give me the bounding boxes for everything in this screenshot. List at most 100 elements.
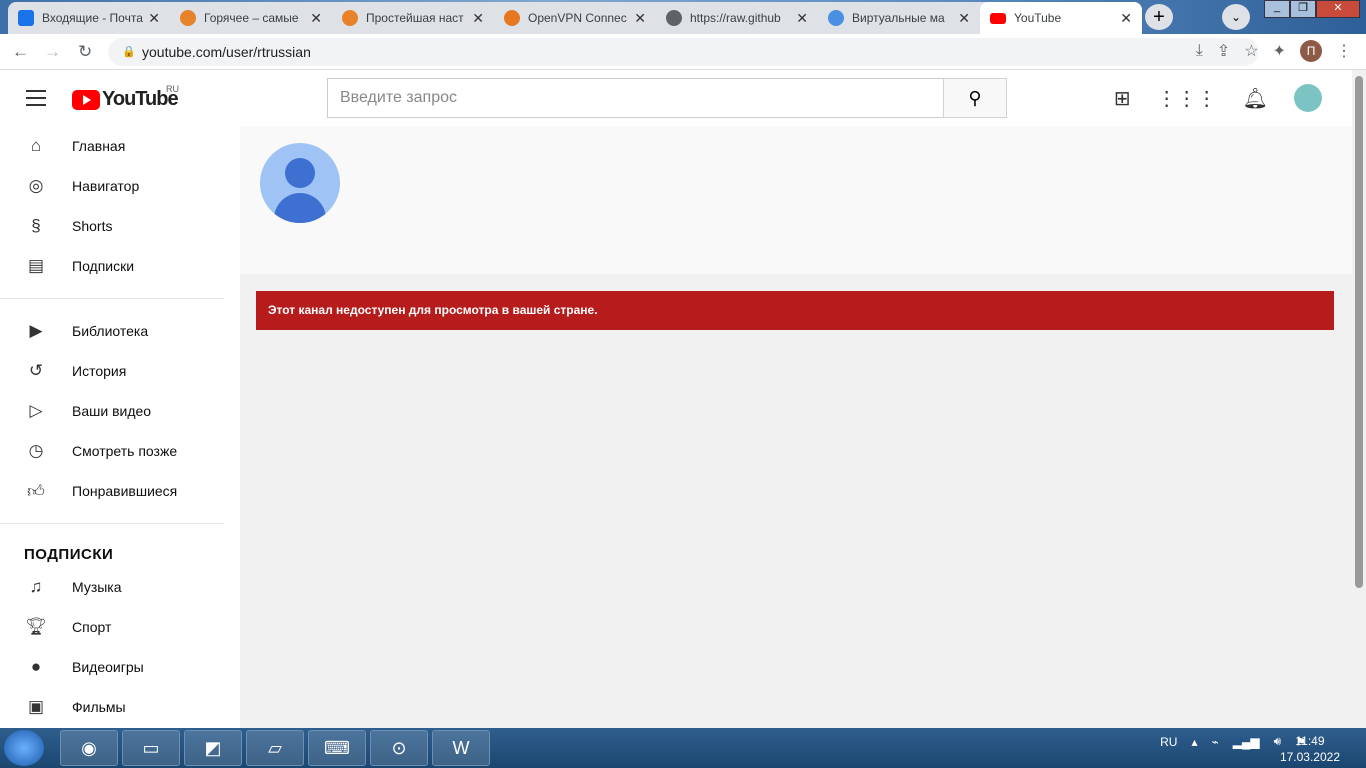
sidebar-item-your-videos[interactable]: ▷ Ваши видео <box>0 391 240 431</box>
power-icon[interactable]: ⌁ <box>1211 735 1218 749</box>
sidebar-item-label: Смотреть позже <box>72 443 178 459</box>
close-tab-icon[interactable]: ✕ <box>958 10 970 27</box>
network-taskbar-icon[interactable]: ⌨ <box>308 730 366 766</box>
tab-youtube[interactable]: YouTube ✕ <box>980 2 1142 34</box>
sidebar-item-gaming[interactable]: ● Видеоигры <box>0 647 240 687</box>
tab-search-button[interactable]: ⌄ <box>1222 4 1250 30</box>
user-avatar[interactable] <box>1294 84 1322 112</box>
sidebar-item-watch-later[interactable]: ◷ Смотреть позже <box>0 431 240 471</box>
sidebar-item-movies[interactable]: ▣ Фильмы <box>0 687 240 727</box>
openvpn-taskbar-icon[interactable]: ⊙ <box>370 730 428 766</box>
create-video-icon[interactable]: ⊞ <box>1114 86 1131 111</box>
tab-vms[interactable]: Виртуальные ма ✕ <box>818 2 980 34</box>
tray-expand-icon[interactable]: ▴ <box>1191 735 1197 749</box>
clock[interactable]: 11:49 17.03.2022 <box>1280 733 1340 765</box>
music-icon: ♫ <box>29 577 43 596</box>
sidebar-item-label: Ваши видео <box>72 403 152 419</box>
shorts-icon: § <box>31 216 41 235</box>
notifications-bell-icon[interactable]: 🔔︎ <box>1243 86 1268 111</box>
close-tab-icon[interactable]: ✕ <box>148 10 160 27</box>
sidebar-item-explore[interactable]: ◎ Навигатор <box>0 166 240 206</box>
youtube-play-icon <box>72 89 100 110</box>
sidebar-item-home[interactable]: ⌂ Главная <box>0 126 240 166</box>
menu-icon[interactable]: ⋮ <box>1336 41 1352 61</box>
restore-button[interactable]: ❐ <box>1290 0 1316 18</box>
sidebar-item-label: Главная <box>72 138 126 154</box>
language-indicator[interactable]: RU <box>1160 735 1177 749</box>
sidebar-item-liked[interactable]: 👍︎ Понравившиеся <box>0 471 240 511</box>
home-icon: ⌂ <box>30 136 42 155</box>
close-tab-icon[interactable]: ✕ <box>472 10 484 27</box>
signal-icon[interactable]: ▂▄▆ <box>1233 735 1260 749</box>
install-icon[interactable]: ⤓ <box>1196 42 1203 60</box>
subscriptions-icon: ▤ <box>27 256 45 275</box>
sidebar: ⌂ Главная ◎ Навигатор § Shorts ▤ Подписки ▶ Б… <box>0 126 240 728</box>
library-icon: ▶ <box>29 321 43 340</box>
sidebar-item-shorts[interactable]: § Shorts <box>0 206 240 246</box>
app-taskbar-icon[interactable]: ◩ <box>184 730 242 766</box>
sidebar-item-subscriptions[interactable]: ▤ Подписки <box>0 246 240 286</box>
profile-avatar[interactable]: П <box>1300 40 1322 62</box>
sidebar-item-label: Shorts <box>72 218 113 234</box>
sidebar-item-label: Понравившиеся <box>72 483 178 499</box>
sidebar-item-music[interactable]: ♫ Музыка <box>0 567 240 607</box>
sidebar-item-label: Подписки <box>72 258 135 274</box>
gamepad-icon: ● <box>30 657 42 676</box>
minimize-button[interactable]: _ <box>1264 0 1290 18</box>
history-icon: ↺ <box>28 361 44 380</box>
star-icon[interactable]: ☆ <box>1244 41 1258 61</box>
start-button[interactable] <box>4 730 44 766</box>
search-icon: ⚲ <box>968 88 982 108</box>
url-input[interactable]: 🔒 youtube.com/user/rtrussian <box>108 38 1258 66</box>
tab-pikabu-1[interactable]: Горячее – самые ✕ <box>170 2 332 34</box>
your-videos-icon: ▷ <box>29 401 43 420</box>
sidebar-item-label: История <box>72 363 127 379</box>
youtube-logo[interactable]: YouTube RU <box>72 84 179 111</box>
new-tab-button[interactable]: + <box>1145 4 1173 30</box>
share-icon[interactable]: ⇪ <box>1217 41 1230 61</box>
close-tab-icon[interactable]: ✕ <box>634 10 646 27</box>
chrome-taskbar-icon[interactable]: ◉ <box>60 730 118 766</box>
sidebar-item-label: Видеоигры <box>72 659 144 675</box>
word-taskbar-icon[interactable]: W <box>432 730 490 766</box>
compass-icon: ◎ <box>28 176 44 195</box>
channel-unavailable-alert: Этот канал недоступен для просмотра в ва… <box>256 291 1334 330</box>
mail-icon <box>18 10 34 26</box>
search-input[interactable]: Введите запрос <box>327 78 944 118</box>
tab-openvpn[interactable]: OpenVPN Connec ✕ <box>494 2 656 34</box>
cloud-icon <box>828 10 844 26</box>
tab-title: YouTube <box>1014 11 1062 25</box>
tab-title: Простейшая наст <box>366 11 464 25</box>
close-tab-icon[interactable]: ✕ <box>310 10 322 27</box>
sidebar-item-label: Спорт <box>72 619 112 635</box>
taskbar: ◉ ▭ ◩ ▱ ⌨ ⊙ W RU ▴ ⌁ ▂▄▆ 🔊︎ ⚑ 11:49 17.03… <box>0 728 1366 768</box>
back-icon[interactable]: ← <box>12 42 29 62</box>
scrollbar[interactable] <box>1352 70 1366 728</box>
tab-title: https://raw.github <box>690 11 781 25</box>
tab-pikabu-2[interactable]: Простейшая наст ✕ <box>332 2 494 34</box>
tab-mail[interactable]: Входящие - Почта ✕ <box>8 2 170 34</box>
app-taskbar-icon[interactable]: ▱ <box>246 730 304 766</box>
extensions-icon[interactable]: ✦ <box>1273 41 1286 61</box>
explorer-taskbar-icon[interactable]: ▭ <box>122 730 180 766</box>
tab-title: OpenVPN Connec <box>528 11 627 25</box>
sidebar-item-label: Музыка <box>72 579 122 595</box>
close-window-button[interactable]: ✕ <box>1316 0 1360 18</box>
reload-icon[interactable]: ↻ <box>78 42 92 62</box>
search-button[interactable]: ⚲ <box>943 78 1007 118</box>
film-icon: ▣ <box>27 697 45 716</box>
hamburger-menu-icon[interactable] <box>26 90 46 106</box>
tab-github-raw[interactable]: https://raw.github ✕ <box>656 2 818 34</box>
close-tab-icon[interactable]: ✕ <box>796 10 808 27</box>
youtube-header: YouTube RU Введите запрос ⚲ ⊞ ⋮⋮⋮ 🔔︎ <box>0 70 1352 126</box>
close-tab-icon[interactable]: ✕ <box>1120 10 1132 27</box>
sidebar-item-history[interactable]: ↺ История <box>0 351 240 391</box>
apps-grid-icon[interactable]: ⋮⋮⋮ <box>1157 86 1217 111</box>
lock-icon: 🔒 <box>122 46 136 58</box>
tab-title: Входящие - Почта <box>42 11 143 25</box>
tab-bar: Входящие - Почта ✕ Горячее – самые ✕ Прост… <box>0 0 1366 34</box>
sidebar-item-library[interactable]: ▶ Библиотека <box>0 311 240 351</box>
country-code: RU <box>166 84 179 94</box>
sidebar-item-sport[interactable]: 🏆︎ Спорт <box>0 607 240 647</box>
forward-icon[interactable]: → <box>44 42 61 62</box>
